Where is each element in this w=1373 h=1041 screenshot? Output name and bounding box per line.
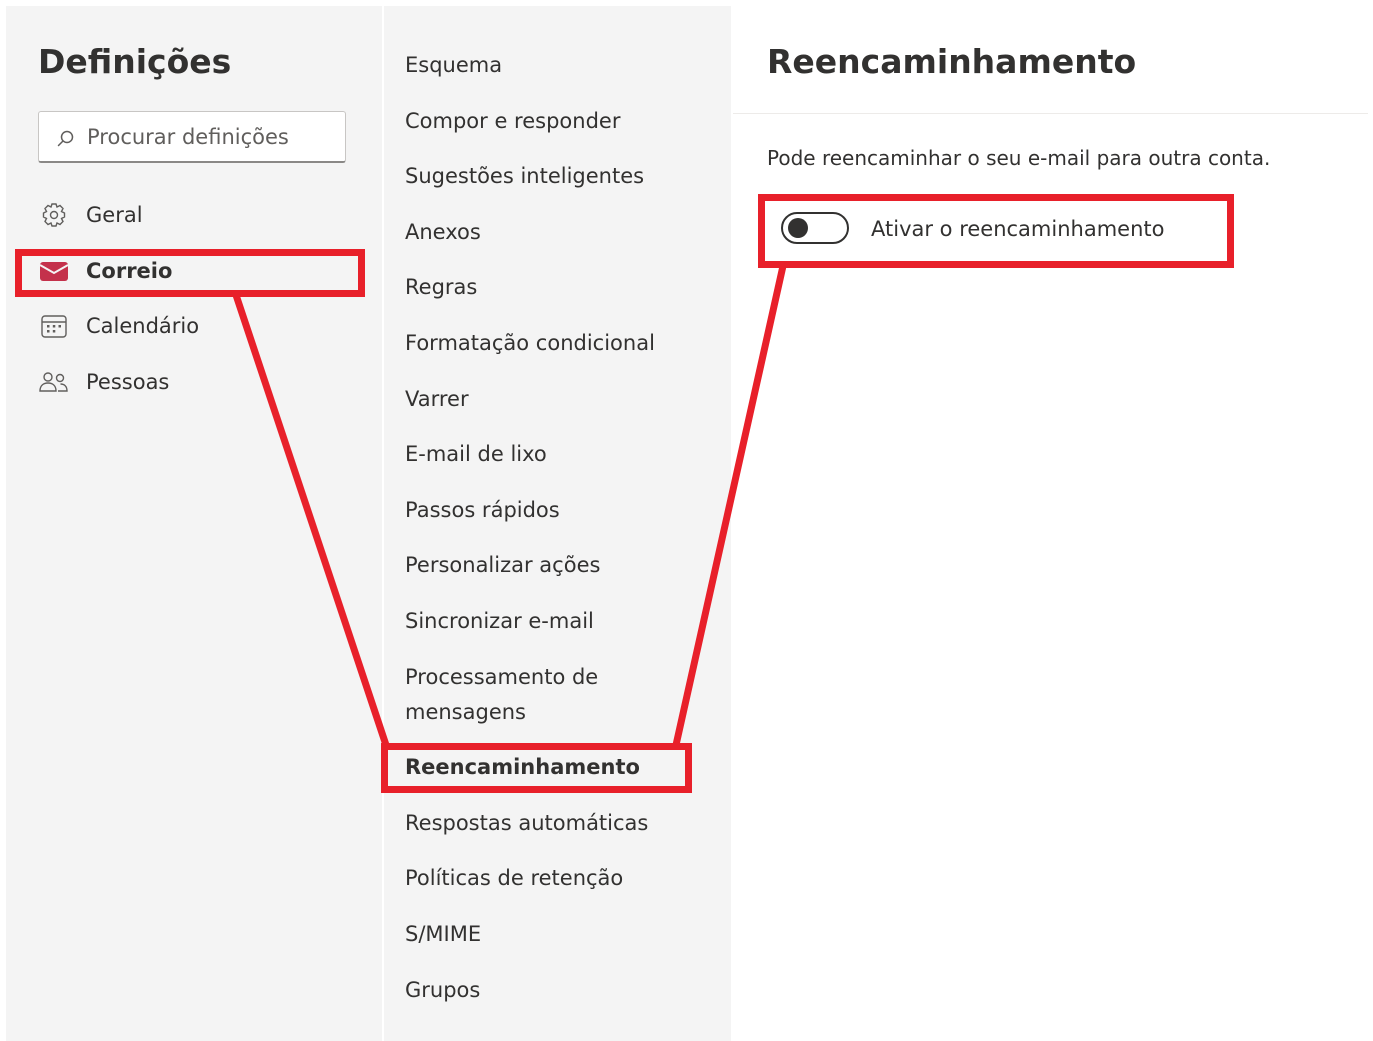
nav-item-pessoas[interactable]: Pessoas [38,362,348,402]
mail-section-varrer[interactable]: Varrer [405,382,469,417]
gear-icon [42,203,66,227]
mail-section-respostas-automaticas[interactable]: Respostas automáticas [405,806,648,841]
mail-section-anexos[interactable]: Anexos [405,215,481,250]
nav-item-label: Geral [86,203,143,227]
mail-section-processamento-de-mensagens[interactable]: Processamento de [405,660,598,695]
pane-title: Reencaminhamento [767,42,1137,81]
mail-section-formatacao-condicional[interactable]: Formatação condicional [405,326,655,361]
nav-item-label: Pessoas [86,370,170,394]
settings-title: Definições [38,42,232,81]
mail-section-passos-rapidos[interactable]: Passos rápidos [405,493,560,528]
search-input[interactable] [87,120,337,154]
nav-item-geral[interactable]: Geral [38,195,348,235]
nav-item-calendario[interactable]: Calendário [38,306,348,346]
highlight-box-reencaminhamento [381,743,692,793]
mail-section-grupos[interactable]: Grupos [405,973,480,1008]
search-box[interactable] [38,111,346,163]
mail-section-email-de-lixo[interactable]: E-mail de lixo [405,437,547,472]
settings-window: Definições Geral Correio [0,0,1373,1041]
mail-section-compor-e-responder[interactable]: Compor e responder [405,104,620,139]
highlight-box-correio [15,249,365,297]
mail-section-sugestoes-inteligentes[interactable]: Sugestões inteligentes [405,159,644,194]
mail-section-processamento-de-mensagens-line2[interactable]: mensagens [405,695,526,730]
calendar-icon [41,315,67,338]
people-icon [39,372,68,392]
mail-section-politicas-de-retencao[interactable]: Políticas de retenção [405,861,623,896]
nav-item-label: Calendário [86,314,200,338]
mail-section-esquema[interactable]: Esquema [405,48,502,83]
mail-section-sincronizar-email[interactable]: Sincronizar e-mail [405,604,594,639]
highlight-box-toggle [758,194,1234,268]
pane-description: Pode reencaminhar o seu e-mail para outr… [767,146,1271,170]
mail-section-regras[interactable]: Regras [405,270,477,305]
search-icon [57,130,74,147]
pane-divider [733,113,1368,114]
mail-section-personalizar-acoes[interactable]: Personalizar ações [405,548,600,583]
mail-section-smime[interactable]: S/MIME [405,917,481,952]
